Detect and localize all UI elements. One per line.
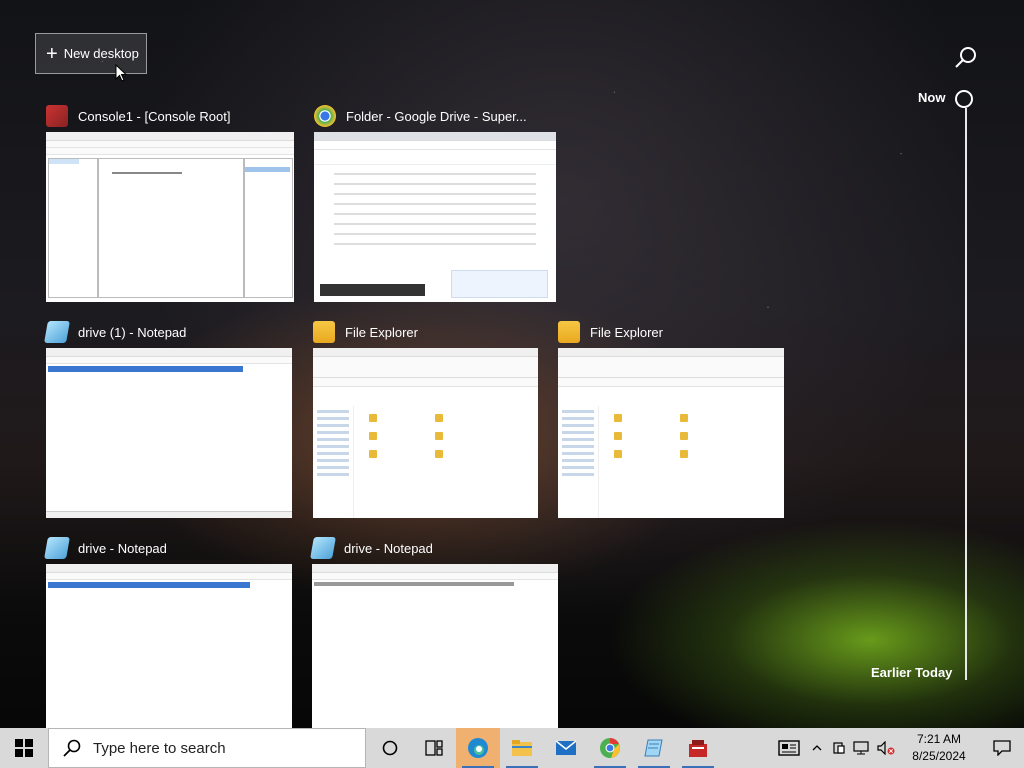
taskbar-search-box[interactable]: Type here to search [48,728,366,768]
mail-icon [555,740,577,755]
timeline-track[interactable] [965,108,967,680]
new-desktop-button[interactable]: + New desktop [35,33,147,74]
window-title: File Explorer [313,318,418,346]
taskbar-edge[interactable] [456,728,500,768]
network-icon [853,741,869,755]
cortana-button[interactable] [368,728,412,768]
window-title: Folder - Google Drive - Super... [314,102,527,130]
show-hidden-icons-button[interactable] [806,728,828,768]
clock[interactable]: 7:21 AM 8/25/2024 [904,728,974,768]
volume-button[interactable] [874,728,898,768]
taskbar-chrome[interactable] [588,728,632,768]
taskbar: Type here to search 7:21 AM 8/25/2024 [0,728,1024,768]
windows-logo-icon [15,739,33,757]
window-thumbnail [314,132,556,302]
window-title-text: File Explorer [345,324,418,340]
timeline-search-icon[interactable] [954,46,978,70]
window-title: drive - Notepad [44,534,167,562]
taskbar-notepad[interactable] [632,728,676,768]
file-explorer-icon [512,740,532,756]
mouse-cursor-icon [115,63,128,87]
plus-icon: + [46,42,58,65]
search-icon [63,739,81,757]
timeline-earlier-label: Earlier Today [871,665,953,680]
timeline-now-label: Now [918,90,946,105]
window-google-drive[interactable]: Folder - Google Drive - Super... [314,102,556,302]
window-notepad-drive-b[interactable]: drive - Notepad [310,534,558,728]
window-thumbnail [46,132,294,302]
window-title-text: drive - Notepad [344,540,433,556]
clock-date: 8/25/2024 [912,749,966,763]
window-notepad-drive-1[interactable]: drive (1) - Notepad [44,318,292,520]
notepad-icon [644,739,663,757]
timeline-now-handle[interactable] [955,90,973,108]
window-thumbnail [313,348,538,518]
mmc-icon [689,740,707,757]
task-view-icon [425,740,443,756]
tray-device-button[interactable] [828,728,850,768]
news-widget-button[interactable] [772,728,806,768]
window-notepad-drive-a[interactable]: drive - Notepad [44,534,292,728]
cortana-icon [382,740,398,756]
notepad-icon [44,537,70,559]
window-thumbnail [558,348,784,518]
volume-muted-icon [877,741,895,755]
taskbar-mmc[interactable] [676,728,720,768]
clock-time: 7:21 AM [916,732,962,746]
device-icon [833,742,845,754]
notepad-icon [44,321,70,343]
folder-icon [558,321,580,343]
news-icon [778,740,800,756]
search-placeholder: Type here to search [93,739,226,757]
start-button[interactable] [0,728,48,768]
window-title-text: drive (1) - Notepad [78,324,187,340]
task-view-button[interactable] [412,728,456,768]
window-thumbnail [46,564,292,728]
notepad-icon [310,537,336,559]
window-title: drive (1) - Notepad [44,318,187,346]
taskbar-file-explorer[interactable] [500,728,544,768]
new-desktop-label: New desktop [63,46,139,61]
mmc-icon [46,105,68,127]
chrome-icon [600,738,620,758]
window-file-explorer-1[interactable]: File Explorer [313,318,538,520]
window-title-text: Folder - Google Drive - Super... [346,108,527,124]
window-title-text: drive - Notepad [78,540,167,556]
window-thumbnail [46,348,292,518]
window-file-explorer-2[interactable]: File Explorer [558,318,784,520]
edge-icon [468,738,488,758]
window-thumbnail [312,564,558,728]
network-button[interactable] [850,728,874,768]
taskbar-mail[interactable] [544,728,588,768]
window-title: drive - Notepad [310,534,433,562]
system-tray: 7:21 AM 8/25/2024 [772,728,1024,768]
chevron-up-icon [812,745,822,751]
notification-icon [993,740,1011,756]
chrome-icon [314,105,336,127]
window-title-text: File Explorer [590,324,663,340]
window-title: File Explorer [558,318,663,346]
window-console-root[interactable]: Console1 - [Console Root] [46,102,294,302]
action-center-button[interactable] [980,728,1024,768]
folder-icon [313,321,335,343]
window-title-text: Console1 - [Console Root] [78,108,231,124]
window-title: Console1 - [Console Root] [46,102,230,130]
